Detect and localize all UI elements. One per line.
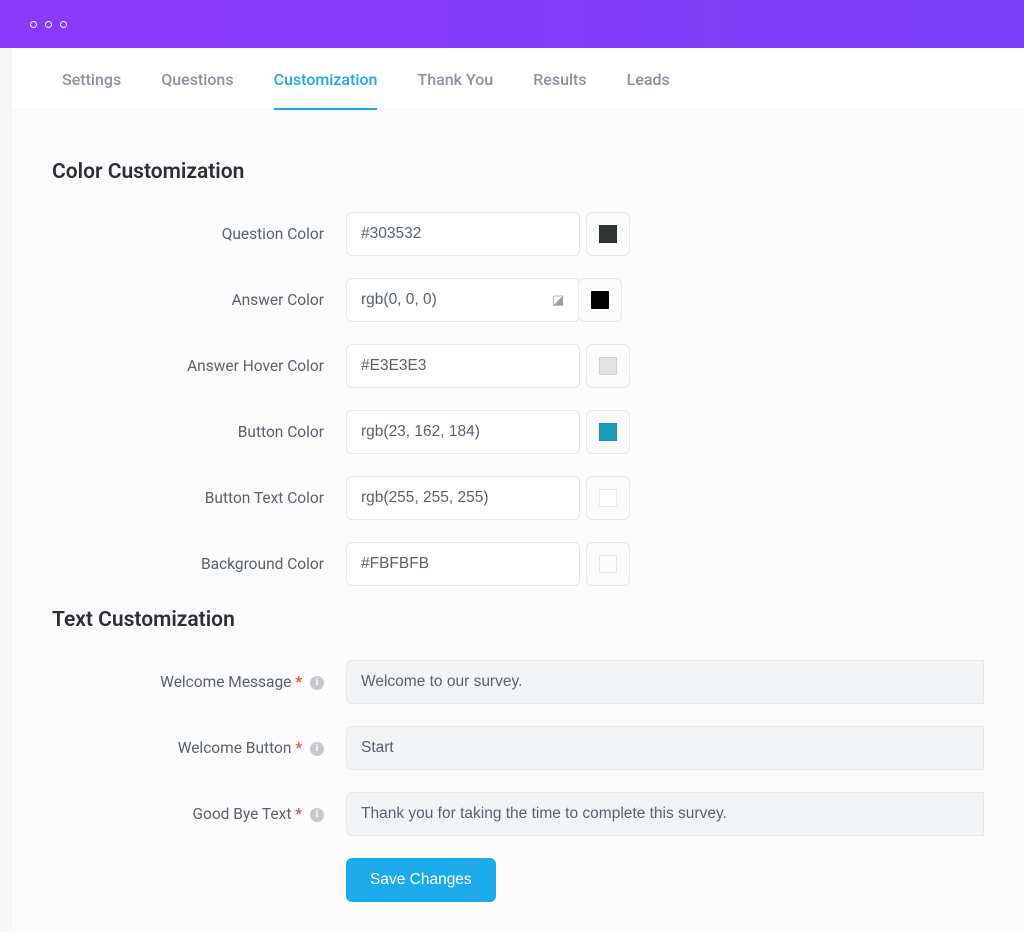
label-answer-hover-color: Answer Hover Color — [52, 357, 346, 375]
swatch-chip-icon — [599, 555, 617, 573]
field-answer-hover-color: Answer Hover Color — [52, 344, 984, 388]
input-button-color[interactable] — [346, 410, 580, 454]
label-text: Welcome Button — [178, 739, 292, 757]
field-button-color: Button Color — [52, 410, 984, 454]
tab-customization[interactable]: Customization — [254, 48, 398, 109]
tab-settings[interactable]: Settings — [42, 48, 141, 109]
info-icon[interactable]: i — [310, 676, 324, 690]
swatch-background-color[interactable] — [586, 542, 630, 586]
form-panel: Color Customization Question Color Answe… — [12, 110, 1024, 932]
input-goodbye-text[interactable] — [346, 792, 984, 836]
window-dots-icon — [30, 21, 67, 28]
save-button[interactable]: Save Changes — [346, 858, 496, 902]
swatch-button-color[interactable] — [586, 410, 630, 454]
button-row: Save Changes — [52, 858, 984, 902]
input-welcome-button[interactable] — [346, 726, 984, 770]
label-button-text-color: Button Text Color — [52, 489, 346, 507]
label-question-color: Question Color — [52, 225, 346, 243]
field-goodbye-text: Good Bye Text * i — [52, 792, 984, 836]
input-answer-color[interactable] — [346, 278, 580, 322]
swatch-button-text-color[interactable] — [586, 476, 630, 520]
field-answer-color: Answer Color ◪ — [52, 278, 984, 322]
label-background-color: Background Color — [52, 555, 346, 573]
info-icon[interactable]: i — [310, 742, 324, 756]
field-welcome-button: Welcome Button * i — [52, 726, 984, 770]
required-asterisk-icon: * — [295, 805, 302, 823]
required-asterisk-icon: * — [295, 739, 302, 757]
label-button-color: Button Color — [52, 423, 346, 441]
swatch-chip-icon — [599, 225, 617, 243]
swatch-chip-icon — [599, 489, 617, 507]
field-question-color: Question Color — [52, 212, 984, 256]
label-welcome-button: Welcome Button * i — [52, 739, 346, 757]
field-background-color: Background Color — [52, 542, 984, 586]
tab-questions[interactable]: Questions — [141, 48, 253, 109]
tab-results[interactable]: Results — [513, 48, 606, 109]
label-text: Good Bye Text — [192, 805, 291, 823]
swatch-chip-icon — [599, 357, 617, 375]
swatch-question-color[interactable] — [586, 212, 630, 256]
swatch-answer-color[interactable] — [578, 278, 622, 322]
input-button-text-color[interactable] — [346, 476, 580, 520]
window-header — [0, 0, 1024, 48]
swatch-chip-icon — [599, 423, 617, 441]
label-answer-color: Answer Color — [52, 291, 346, 309]
content-area: Settings Questions Customization Thank Y… — [12, 48, 1024, 932]
input-answer-hover-color[interactable] — [346, 344, 580, 388]
field-button-text-color: Button Text Color — [52, 476, 984, 520]
swatch-answer-hover-color[interactable] — [586, 344, 630, 388]
section-title-text: Text Customization — [52, 608, 984, 632]
label-text: Welcome Message — [160, 673, 291, 691]
required-asterisk-icon: * — [295, 673, 302, 691]
info-icon[interactable]: i — [310, 808, 324, 822]
swatch-chip-icon — [591, 291, 609, 309]
tab-thank-you[interactable]: Thank You — [397, 48, 513, 109]
input-welcome-message[interactable] — [346, 660, 984, 704]
tab-bar: Settings Questions Customization Thank Y… — [12, 48, 1024, 110]
field-welcome-message: Welcome Message * i — [52, 660, 984, 704]
section-title-color: Color Customization — [52, 160, 984, 184]
input-question-color[interactable] — [346, 212, 580, 256]
tab-leads[interactable]: Leads — [607, 48, 690, 109]
label-welcome-message: Welcome Message * i — [52, 673, 346, 691]
input-background-color[interactable] — [346, 542, 580, 586]
label-goodbye-text: Good Bye Text * i — [52, 805, 346, 823]
